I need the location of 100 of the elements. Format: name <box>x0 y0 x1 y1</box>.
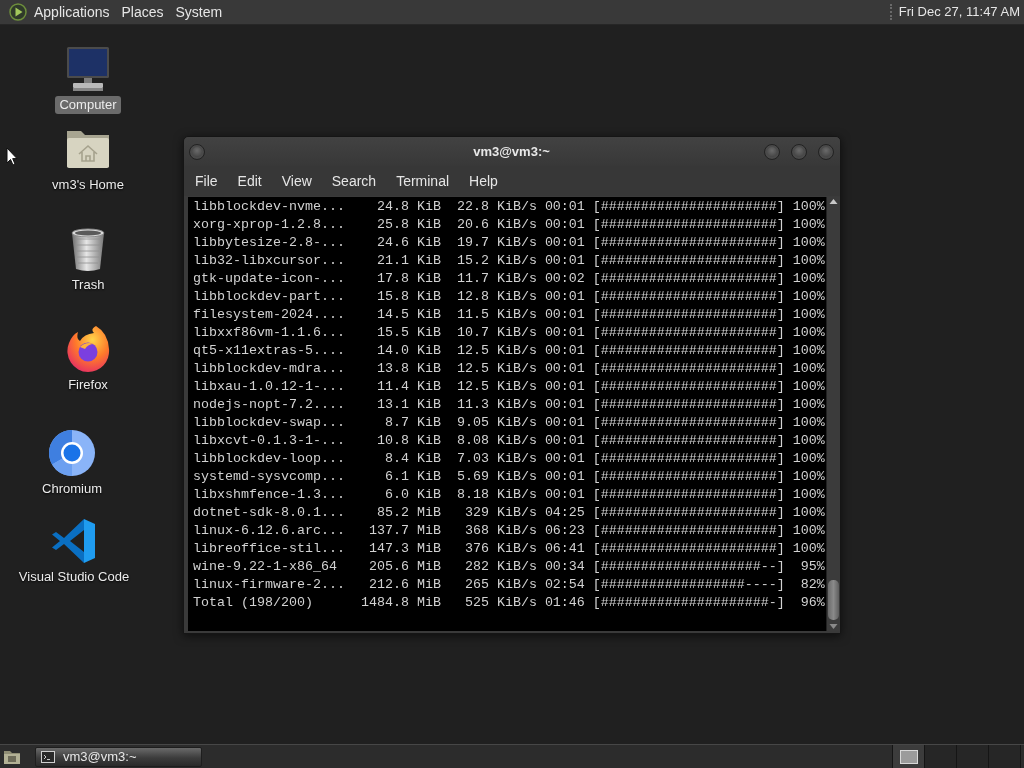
time-remaining: 00:01 <box>544 306 585 324</box>
progress-text: [######################] <box>592 414 785 432</box>
download-rate: 7.03 KiB/s <box>456 450 537 468</box>
icon-label[interactable]: Trash <box>67 276 109 294</box>
download-rate: 376 KiB/s <box>464 540 537 558</box>
download-size: 1484.8 MiB <box>360 594 441 612</box>
percent-text: 82% <box>800 576 825 594</box>
icon-label[interactable]: Visual Studio Code <box>14 568 134 586</box>
package-name: libblockdev-swap... <box>193 414 345 432</box>
time-remaining: 00:01 <box>544 450 585 468</box>
package-name: lib32-libxcursor... <box>193 252 345 270</box>
download-size: 14.5 KiB <box>376 306 441 324</box>
percent-text: 100% <box>792 324 825 342</box>
download-size: 137.7 MiB <box>368 522 441 540</box>
download-rate: 12.5 KiB/s <box>456 360 537 378</box>
progress-text: [######################] <box>592 324 785 342</box>
menu-item[interactable]: System <box>169 2 229 22</box>
package-name: libbytesize-2.8-... <box>193 234 345 252</box>
progress-text: [######################] <box>592 198 785 216</box>
percent-text: 100% <box>792 432 825 450</box>
package-name: libxau-1.0.12-1-... <box>193 378 345 396</box>
package-name: nodejs-nopt-7.2.... <box>193 396 345 414</box>
time-remaining: 00:02 <box>544 270 585 288</box>
menu-item[interactable]: Help <box>459 170 508 192</box>
time-remaining: 00:01 <box>544 468 585 486</box>
menu-item[interactable]: Terminal <box>386 170 460 192</box>
download-rate: 22.8 KiB/s <box>456 198 537 216</box>
download-size: 17.8 KiB <box>376 270 441 288</box>
package-name: linux-6.12.6.arc... <box>193 522 345 540</box>
ribbon-logo-icon[interactable] <box>50 517 98 565</box>
progress-text: [######################] <box>592 486 785 504</box>
download-rate: 11.7 KiB/s <box>456 270 537 288</box>
flame-globe-icon[interactable] <box>64 325 112 373</box>
maximize-button[interactable] <box>791 143 807 160</box>
download-rate: 11.3 KiB/s <box>456 396 537 414</box>
icon-label[interactable]: Chromium <box>38 480 106 498</box>
package-name: Total (198/200) <box>193 594 313 612</box>
terminal-icon <box>41 750 55 763</box>
download-size: 15.5 KiB <box>376 324 441 342</box>
workspace-button[interactable] <box>893 745 925 768</box>
download-size: 147.3 MiB <box>368 540 441 558</box>
close-button[interactable] <box>818 143 834 160</box>
download-size: 13.1 KiB <box>376 396 441 414</box>
download-rate: 329 KiB/s <box>464 504 537 522</box>
scrollbar-thumb[interactable] <box>828 580 839 620</box>
package-name: gtk-update-icon-... <box>193 270 345 288</box>
icon-label[interactable]: vm3's Home <box>48 176 128 194</box>
download-rate: 5.69 KiB/s <box>456 468 537 486</box>
taskbar-button[interactable]: vm3@vm3:~ <box>35 746 202 767</box>
package-name: qt5-x11extras-5.... <box>193 342 345 360</box>
time-remaining: 00:01 <box>544 234 585 252</box>
download-size: 25.8 KiB <box>376 216 441 234</box>
scroll-up-icon[interactable] <box>829 198 838 205</box>
icon-label[interactable]: Computer <box>55 96 121 114</box>
progress-text: [######################] <box>592 288 785 306</box>
icon-label[interactable]: Firefox <box>64 376 112 394</box>
percent-text: 100% <box>792 252 825 270</box>
scrollbar[interactable] <box>826 197 840 631</box>
percent-text: 100% <box>792 540 825 558</box>
time-remaining: 04:25 <box>544 504 585 522</box>
percent-text: 100% <box>792 504 825 522</box>
progress-text: [######################] <box>592 378 785 396</box>
progress-text: [####################--] <box>592 558 785 576</box>
download-rate: 525 KiB/s <box>464 594 537 612</box>
download-rate: 9.05 KiB/s <box>456 414 537 432</box>
progress-text: [######################] <box>592 342 785 360</box>
download-size: 8.4 KiB <box>384 450 441 468</box>
download-size: 14.0 KiB <box>376 342 441 360</box>
play-logo-icon[interactable] <box>9 3 27 21</box>
ring-logo-icon[interactable] <box>48 429 96 477</box>
time-remaining: 00:01 <box>544 342 585 360</box>
percent-text: 100% <box>792 468 825 486</box>
menu-item[interactable]: Places <box>115 2 170 22</box>
time-remaining: 02:54 <box>544 576 585 594</box>
menu-item[interactable]: File <box>185 170 228 192</box>
clock[interactable]: Fri Dec 27, 11:47 AM <box>898 2 1020 22</box>
download-size: 212.6 MiB <box>368 576 441 594</box>
download-size: 85.2 MiB <box>376 504 441 522</box>
percent-text: 100% <box>792 378 825 396</box>
download-rate: 12.5 KiB/s <box>456 378 537 396</box>
scroll-down-icon[interactable] <box>829 623 838 630</box>
window-menu-button[interactable] <box>189 143 205 160</box>
time-remaining: 00:01 <box>544 252 585 270</box>
package-name: xorg-xprop-1.2.8... <box>193 216 345 234</box>
show-desktop-icon[interactable] <box>3 748 21 765</box>
minimize-button[interactable] <box>764 143 780 160</box>
menu-item[interactable]: Edit <box>227 170 272 192</box>
menu-item[interactable]: Applications <box>28 2 116 22</box>
menu-item[interactable]: Search <box>321 170 387 192</box>
progress-text: [#####################-] <box>592 594 785 612</box>
percent-text: 100% <box>792 234 825 252</box>
menu-item[interactable]: View <box>271 170 322 192</box>
download-rate: 368 KiB/s <box>464 522 537 540</box>
monitor-icon[interactable] <box>64 45 112 93</box>
progress-text: [##################----] <box>592 576 785 594</box>
window-title: vm3@vm3:~ <box>473 144 550 159</box>
percent-text: 100% <box>792 288 825 306</box>
percent-text: 100% <box>792 360 825 378</box>
time-remaining: 00:34 <box>544 558 585 576</box>
time-remaining: 00:01 <box>544 378 585 396</box>
